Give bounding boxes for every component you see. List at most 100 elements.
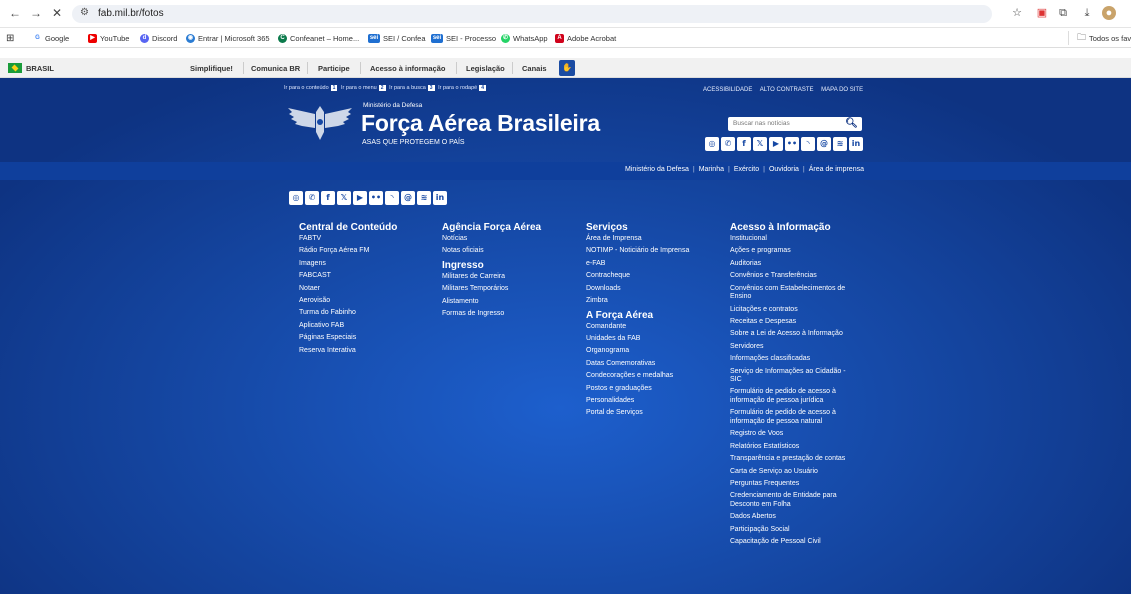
nav-ouvidoria[interactable]: Ouvidoria xyxy=(769,166,799,173)
rss-icon[interactable]: ◝ xyxy=(801,137,815,151)
gov-link-simplifique[interactable]: Simplifique! xyxy=(190,64,233,73)
footer-link[interactable]: Comandante xyxy=(586,323,706,332)
footer-link[interactable]: Personalidades xyxy=(586,397,706,406)
download-icon[interactable]: ⤓ xyxy=(1080,6,1094,20)
footer-link[interactable]: Downloads xyxy=(586,285,706,294)
footer-link[interactable]: FABCAST xyxy=(299,272,419,281)
bookmark-google[interactable]: G Google xyxy=(33,31,69,45)
skip-link-search[interactable]: Ir para a busca 3 xyxy=(389,85,436,91)
bookmark-discord[interactable]: d Discord xyxy=(140,31,177,45)
footer-link[interactable]: Credenciamento de Entidade para Desconto… xyxy=(730,492,850,509)
footer-link[interactable]: Carta de Serviço ao Usuário xyxy=(730,468,850,477)
address-bar[interactable]: ⚙ fab.mil.br/fotos xyxy=(72,5,992,23)
footer-link[interactable]: Servidores xyxy=(730,343,850,352)
whatsapp-icon[interactable]: ✆ xyxy=(721,137,735,151)
footer-link[interactable]: e-FAB xyxy=(586,260,706,269)
search-icon[interactable]: 🔍︎ xyxy=(845,117,858,131)
footer-link[interactable]: Licitações e contratos xyxy=(730,306,850,315)
whatsapp-icon[interactable]: ✆ xyxy=(305,191,319,205)
footer-link[interactable]: Informações classificadas xyxy=(730,355,850,364)
footer-link[interactable]: Organograma xyxy=(586,347,706,356)
footer-link[interactable]: Datas Comemorativas xyxy=(586,360,706,369)
footer-link[interactable]: Páginas Especiais xyxy=(299,334,419,343)
linkedin-icon[interactable]: in xyxy=(849,137,863,151)
gov-brasil-link[interactable]: BRASIL xyxy=(26,64,54,73)
footer-link[interactable]: Ações e programas xyxy=(730,247,850,256)
alto-contraste-link[interactable]: ALTO CONTRASTE xyxy=(760,87,814,93)
threads-icon[interactable]: @ xyxy=(817,137,831,151)
footer-link[interactable]: Registro de Voos xyxy=(730,430,850,439)
footer-link[interactable]: Condecorações e medalhas xyxy=(586,372,706,381)
footer-link[interactable]: Formulário de pedido de acesso à informa… xyxy=(730,409,850,426)
footer-link[interactable]: Notícias xyxy=(442,235,562,244)
footer-link[interactable]: Militares Temporários xyxy=(442,285,562,294)
forward-icon[interactable]: → xyxy=(29,6,43,20)
site-info-icon[interactable]: ⚙ xyxy=(80,7,89,18)
youtube-icon[interactable]: ▶ xyxy=(353,191,367,205)
youtube-icon[interactable]: ▶ xyxy=(769,137,783,151)
footer-link[interactable]: Turma do Fabinho xyxy=(299,309,419,318)
gov-link-legislacao[interactable]: Legislação xyxy=(466,64,505,73)
gov-link-participe[interactable]: Participe xyxy=(318,64,350,73)
rss-icon[interactable]: ◝ xyxy=(385,191,399,205)
footer-link[interactable]: Transparência e prestação de contas xyxy=(730,455,850,464)
skip-link-footer[interactable]: Ir para o rodapé 4 xyxy=(438,85,488,91)
gov-link-comunica[interactable]: Comunica BR xyxy=(251,64,300,73)
bookmark-whatsapp[interactable]: ✆ WhatsApp xyxy=(501,31,548,45)
instagram-icon[interactable]: ◎ xyxy=(705,137,719,151)
footer-link[interactable]: Unidades da FAB xyxy=(586,335,706,344)
bookmark-folder[interactable]: 🗀 Todos os fav xyxy=(1068,31,1131,45)
site-title[interactable]: Força Aérea Brasileira xyxy=(361,110,600,137)
x-icon[interactable]: 𝕏 xyxy=(337,191,351,205)
footer-link[interactable]: Imagens xyxy=(299,260,419,269)
nav-area-imprensa[interactable]: Área de imprensa xyxy=(809,166,864,173)
spotify-icon[interactable]: ≋ xyxy=(417,191,431,205)
nav-marinha[interactable]: Marinha xyxy=(699,166,724,173)
footer-link[interactable]: Relatórios Estatísticos xyxy=(730,443,850,452)
spotify-icon[interactable]: ≋ xyxy=(833,137,847,151)
mapa-do-site-link[interactable]: MAPA DO SITE xyxy=(821,87,863,93)
footer-link[interactable]: Dados Abertos xyxy=(730,513,850,522)
bookmark-confeanet[interactable]: C Confeanet – Home... xyxy=(278,31,359,45)
footer-link[interactable]: FABTV xyxy=(299,235,419,244)
bookmark-sei-confea[interactable]: sei SEI / Confea xyxy=(368,31,426,45)
footer-link[interactable]: Portal de Serviços xyxy=(586,409,706,418)
footer-link[interactable]: NOTIMP - Noticiário de Imprensa xyxy=(586,247,706,256)
instagram-icon[interactable]: ◎ xyxy=(289,191,303,205)
flickr-icon[interactable]: •• xyxy=(785,137,799,151)
star-icon[interactable]: ☆ xyxy=(1010,6,1024,20)
footer-link[interactable]: Perguntas Frequentes xyxy=(730,480,850,489)
footer-link[interactable]: Convênios com Estabelecimentos de Ensino xyxy=(730,285,850,302)
footer-link[interactable]: Aerovisão xyxy=(299,297,419,306)
x-icon[interactable]: 𝕏 xyxy=(753,137,767,151)
avatar[interactable]: ● xyxy=(1102,6,1116,20)
back-icon[interactable]: ← xyxy=(8,6,22,20)
footer-link[interactable]: Militares de Carreira xyxy=(442,273,562,282)
bookmark-microsoft[interactable]: ◉ Entrar | Microsoft 365 xyxy=(186,31,270,45)
footer-link[interactable]: Contracheque xyxy=(586,272,706,281)
footer-link[interactable]: Postos e graduações xyxy=(586,385,706,394)
footer-link[interactable]: Participação Social xyxy=(730,526,850,535)
footer-link[interactable]: Formulário de pedido de acesso à informa… xyxy=(730,388,850,405)
linkedin-icon[interactable]: in xyxy=(433,191,447,205)
close-icon[interactable]: ✕ xyxy=(50,6,64,20)
footer-link[interactable]: Institucional xyxy=(730,235,850,244)
footer-link[interactable]: Reserva Interativa xyxy=(299,347,419,356)
facebook-icon[interactable]: f xyxy=(321,191,335,205)
skip-link-menu[interactable]: Ir para o menu 2 xyxy=(341,85,388,91)
bookmark-sei-processo[interactable]: sei SEI - Processo xyxy=(431,31,496,45)
puzzle-icon[interactable]: ⧉ xyxy=(1056,6,1070,20)
acessibilidade-link[interactable]: ACESSIBILIDADE xyxy=(703,87,752,93)
extension-icon[interactable]: ▣ xyxy=(1035,6,1049,20)
nav-exercito[interactable]: Exército xyxy=(734,166,759,173)
bookmark-youtube[interactable]: ▶ YouTube xyxy=(88,31,129,45)
footer-link[interactable]: Área de Imprensa xyxy=(586,235,706,244)
footer-link[interactable]: Zimbra xyxy=(586,297,706,306)
gov-link-canais[interactable]: Canais xyxy=(522,64,547,73)
footer-link[interactable]: Notas oficiais xyxy=(442,247,562,256)
footer-link[interactable]: Notaer xyxy=(299,285,419,294)
threads-icon[interactable]: @ xyxy=(401,191,415,205)
fab-wings-logo[interactable] xyxy=(286,102,354,142)
footer-link[interactable]: Sobre a Lei de Acesso à Informação xyxy=(730,330,850,339)
footer-link[interactable]: Receitas e Despesas xyxy=(730,318,850,327)
